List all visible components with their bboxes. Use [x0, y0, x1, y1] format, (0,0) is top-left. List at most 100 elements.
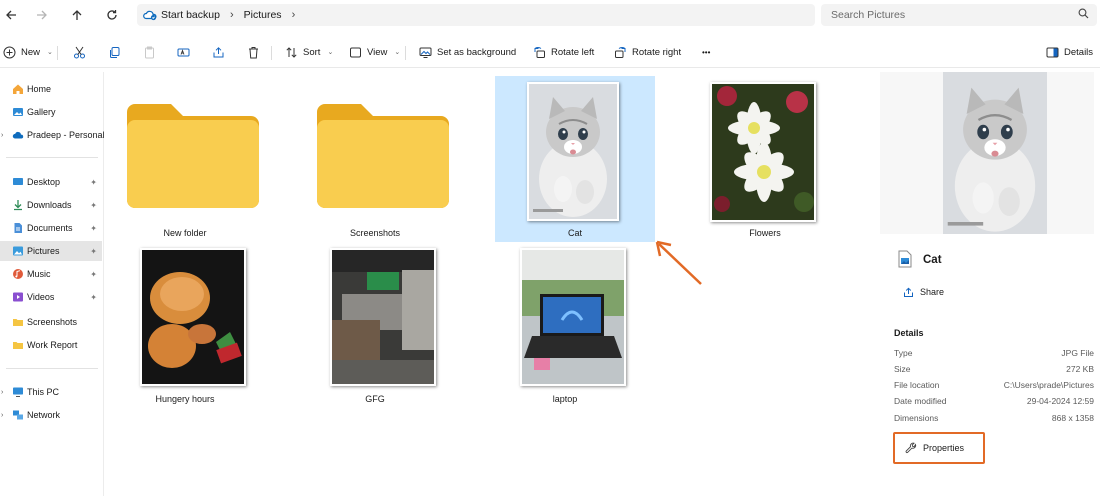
desktop-icon	[13, 178, 23, 185]
share-label: Share	[920, 287, 945, 297]
toolbar-divider	[271, 46, 272, 60]
view-button[interactable]: View ⌄	[348, 44, 400, 60]
forward-button[interactable]	[33, 6, 51, 24]
search-input[interactable]: Search Pictures	[821, 4, 1097, 26]
sidebar-item-gallery[interactable]: Gallery	[0, 102, 102, 122]
chevron-down-icon: ⌄	[394, 49, 401, 56]
file-name: Screenshots	[349, 228, 401, 238]
share-button[interactable]: Share	[897, 281, 953, 303]
back-button[interactable]	[2, 6, 20, 24]
share-toolbar-button[interactable]	[211, 44, 225, 60]
file-tile-screenshots[interactable]: Screenshots	[295, 76, 455, 242]
sidebar-item-home[interactable]: Home	[0, 79, 102, 99]
file-name: laptop	[552, 394, 578, 404]
set-as-background-button[interactable]: Set as background	[418, 44, 516, 60]
details-row-value: 272 KB	[1066, 364, 1094, 374]
annotation-arrow	[655, 240, 702, 285]
pin-icon[interactable]: ✦	[90, 224, 97, 233]
details-row-value: JPG File	[1061, 348, 1094, 358]
hungery-hours-thumbnail	[140, 248, 246, 386]
file-tile-laptop[interactable]: laptop	[485, 242, 645, 408]
chevron-right-icon[interactable]: ›	[1, 389, 3, 396]
breadcrumb-pictures[interactable]: Pictures	[244, 9, 282, 21]
properties-button[interactable]: Properties	[893, 432, 985, 464]
details-row-file-location: File location C:\Users\prade\Pictures	[894, 380, 1094, 394]
music-icon	[13, 269, 23, 279]
sidebar-item-downloads[interactable]: Downloads ✦	[0, 195, 102, 215]
cat-thumbnail	[527, 82, 619, 221]
refresh-button[interactable]	[103, 6, 121, 24]
sidebar-item-work-report[interactable]: Work Report	[0, 335, 102, 355]
pin-icon[interactable]: ✦	[90, 201, 97, 210]
new-button[interactable]: New ⌄	[2, 44, 53, 60]
chevron-right-icon[interactable]: ›	[1, 412, 3, 419]
sidebar-item-onedrive[interactable]: › Pradeep - Personal	[0, 125, 105, 145]
trash-icon	[246, 45, 260, 59]
breadcrumb-start-backup[interactable]: Start backup	[161, 9, 220, 21]
command-bar: New ⌄ Sort ⌄ View ⌄ Set as background Ro…	[0, 36, 1100, 68]
sidebar-item-screenshots[interactable]: Screenshots	[0, 312, 102, 332]
file-tile-new-folder[interactable]: New folder	[105, 76, 265, 242]
pin-icon[interactable]: ✦	[90, 178, 97, 187]
breadcrumb[interactable]: Start backup › Pictures ›	[137, 4, 815, 26]
sort-button[interactable]: Sort ⌄	[284, 44, 333, 60]
pin-icon[interactable]: ✦	[90, 293, 97, 302]
details-row-label: File location	[894, 380, 940, 390]
properties-label: Properties	[923, 443, 965, 453]
address-bar: Start backup › Pictures › Search Picture…	[0, 0, 1100, 30]
sidebar-item-desktop[interactable]: Desktop ✦	[0, 172, 102, 192]
folder-icon	[127, 104, 259, 208]
file-name: Cat	[567, 228, 582, 238]
file-grid: New folder Screenshots Cat Flowers Hunge…	[105, 70, 875, 496]
details-heading: Details	[894, 328, 924, 338]
copy-button[interactable]	[107, 44, 121, 60]
more-options-button[interactable]: •••	[702, 44, 710, 60]
sidebar-item-music[interactable]: Music ✦	[0, 264, 102, 284]
file-tile-hungery-hours[interactable]: Hungery hours	[105, 242, 265, 408]
sidebar-item-network[interactable]: › Network	[0, 405, 102, 425]
details-row-value: 29-04-2024 12:59	[1026, 396, 1094, 406]
more-icon: •••	[702, 47, 711, 57]
onedrive-sync-icon	[143, 9, 157, 21]
details-row-size: Size 272 KB	[894, 364, 1094, 378]
sidebar-item-videos[interactable]: Videos ✦	[0, 287, 102, 307]
details-pane-icon	[1045, 45, 1059, 59]
up-button[interactable]	[68, 6, 86, 24]
share-icon	[211, 45, 225, 59]
delete-button[interactable]	[246, 44, 260, 60]
file-tile-gfg[interactable]: GFG	[295, 242, 455, 408]
arrow-up-icon	[72, 10, 82, 20]
rotate-left-button[interactable]: Rotate left	[532, 44, 594, 60]
sidebar-item-documents[interactable]: Documents ✦	[0, 218, 102, 238]
sidebar-item-pictures[interactable]: Pictures ✦	[0, 241, 102, 261]
chevron-right-icon[interactable]: ›	[292, 9, 296, 21]
navigation-pane: Home Gallery › Pradeep - Personal Deskto…	[0, 72, 105, 496]
rotate-right-button[interactable]: Rotate right	[613, 44, 681, 60]
sidebar-item-label: Desktop	[27, 177, 61, 187]
details-toggle-button[interactable]: Details	[1045, 44, 1093, 60]
chevron-down-icon: ⌄	[47, 49, 53, 56]
sidebar-item-this-pc[interactable]: › This PC	[0, 382, 102, 402]
paste-button[interactable]	[142, 44, 156, 60]
chevron-right-icon[interactable]: ›	[1, 132, 3, 139]
rename-button[interactable]	[176, 44, 190, 60]
arrow-left-icon	[6, 10, 16, 20]
image-preview	[880, 72, 1094, 234]
sidebar-item-label: Network	[27, 410, 61, 420]
file-tile-cat[interactable]: Cat	[495, 76, 655, 242]
flowers-thumbnail	[710, 82, 816, 222]
details-label: Details	[1064, 46, 1094, 58]
pin-icon[interactable]: ✦	[90, 270, 97, 279]
file-tile-flowers[interactable]: Flowers	[685, 76, 845, 242]
details-row-date-modified: Date modified 29-04-2024 12:59	[894, 396, 1094, 410]
share-icon	[904, 287, 913, 297]
rotate-left-label: Rotate left	[551, 46, 595, 58]
sidebar-item-label: Pictures	[27, 246, 60, 256]
pin-icon[interactable]: ✦	[90, 247, 97, 256]
search-placeholder: Search Pictures	[831, 9, 906, 21]
cut-button[interactable]	[72, 44, 86, 60]
details-row-value[interactable]: C:\Users\prade\Pictures	[1004, 380, 1094, 390]
sidebar-item-label: Documents	[27, 223, 73, 233]
this-pc-icon	[13, 387, 23, 397]
chevron-right-icon: ›	[229, 9, 234, 21]
